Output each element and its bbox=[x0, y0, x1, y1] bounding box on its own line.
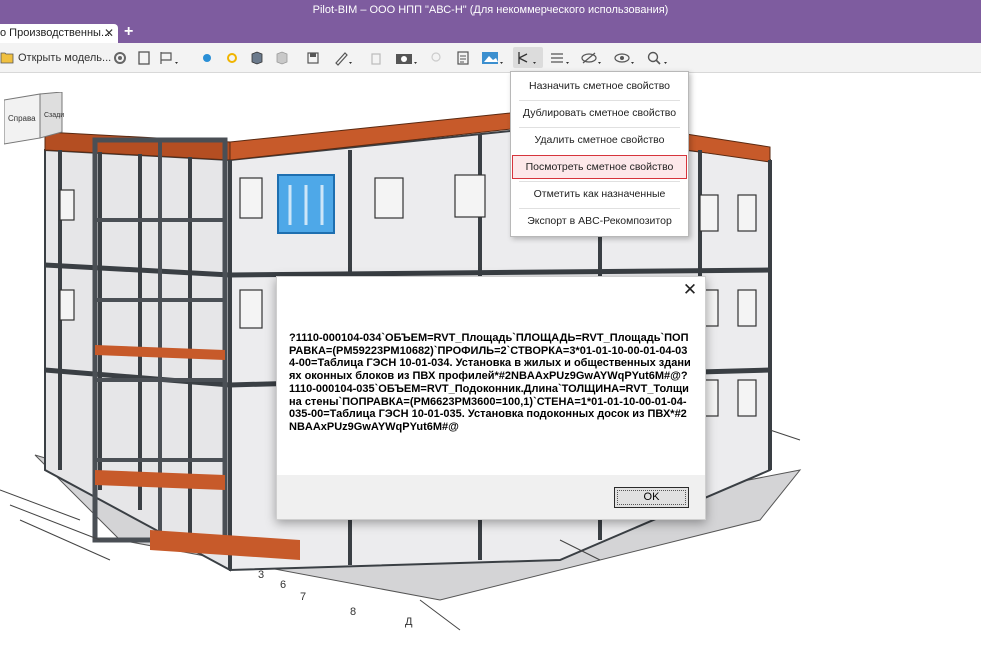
ruler-icon bbox=[335, 51, 352, 66]
measure-button[interactable] bbox=[333, 47, 355, 68]
menu-item-view[interactable]: Посмотреть сметное свойство bbox=[512, 155, 687, 179]
menu-separator bbox=[519, 127, 680, 128]
blue-dot-icon bbox=[203, 53, 211, 62]
folder-icon bbox=[0, 52, 14, 64]
close-icon[interactable]: ✕ bbox=[681, 281, 699, 299]
add-tab-icon[interactable]: + bbox=[124, 23, 133, 41]
trash-icon bbox=[371, 52, 381, 65]
document-icon bbox=[457, 50, 469, 65]
camera-icon bbox=[396, 53, 417, 64]
menu-item-export[interactable]: Экспорт в ABC-Рекомпозитор bbox=[511, 210, 688, 232]
menu-item-delete[interactable]: Удалить сметное свойство bbox=[511, 129, 688, 151]
window-title: Pilot-BIM – ООО НПП "АВС-Н" (Для некомме… bbox=[312, 4, 669, 16]
camera-button[interactable] bbox=[394, 47, 420, 68]
save-icon bbox=[307, 51, 319, 64]
toolbar: Открыть модель... bbox=[0, 43, 981, 73]
image-button[interactable] bbox=[480, 47, 506, 68]
yellow-marker-button[interactable] bbox=[226, 47, 238, 68]
document-button[interactable] bbox=[455, 47, 471, 68]
menu-separator bbox=[519, 208, 680, 209]
grid-label: Д bbox=[405, 616, 413, 628]
grid-label: 7 bbox=[300, 591, 306, 603]
open-model-button[interactable]: Открыть модель... bbox=[0, 47, 111, 68]
grid-label: 6 bbox=[280, 579, 286, 591]
search-button[interactable] bbox=[646, 47, 672, 68]
grid-label: 3 bbox=[258, 569, 264, 581]
document-tab-label: о Производственны... bbox=[0, 27, 111, 39]
ok-button[interactable]: OK bbox=[614, 487, 689, 508]
menu-item-mark-assigned[interactable]: Отметить как назначенные bbox=[511, 183, 688, 205]
frame-button[interactable] bbox=[136, 47, 152, 68]
eye-icon bbox=[614, 52, 634, 64]
menu-separator bbox=[519, 181, 680, 182]
open-model-label: Открыть модель... bbox=[18, 51, 112, 64]
estimate-dropdown-menu: Назначить сметное свойство Дублировать с… bbox=[510, 71, 689, 237]
pin-button[interactable] bbox=[429, 47, 443, 68]
search-icon bbox=[647, 51, 667, 65]
menu-item-duplicate[interactable]: Дублировать сметное свойство bbox=[511, 102, 688, 124]
viewcube-back-face: Сзади bbox=[44, 112, 64, 119]
title-bar: Pilot-BIM – ООО НПП "АВС-Н" (Для некомме… bbox=[0, 0, 981, 22]
model-icon bbox=[251, 51, 263, 64]
save-button[interactable] bbox=[305, 47, 321, 68]
model-gray-icon bbox=[276, 51, 288, 64]
list-icon bbox=[551, 52, 569, 64]
estimate-tool-button[interactable] bbox=[513, 47, 543, 68]
list-button[interactable] bbox=[548, 47, 574, 68]
grid-label: 8 bbox=[350, 606, 356, 618]
settings-button[interactable] bbox=[112, 47, 128, 68]
document-tab[interactable]: о Производственны... ✕ bbox=[0, 24, 118, 43]
estimate-tool-icon bbox=[518, 51, 536, 64]
yellow-dot-icon bbox=[227, 52, 237, 63]
blue-marker-button[interactable] bbox=[201, 47, 213, 68]
dialog-message: ?1110-000104-034`ОБЪЕМ=RVT_Площадь`ПЛОЩА… bbox=[289, 332, 691, 433]
view-cube[interactable]: Справа Сзади bbox=[4, 92, 66, 148]
flag-icon bbox=[160, 51, 178, 64]
image-icon bbox=[482, 51, 503, 64]
flag-button[interactable] bbox=[159, 47, 181, 68]
estimate-property-dialog: ✕ ?1110-000104-034`ОБЪЕМ=RVT_Площадь`ПЛО… bbox=[276, 276, 706, 520]
delete-button[interactable] bbox=[370, 47, 382, 68]
model-button[interactable] bbox=[249, 47, 265, 68]
viewcube-right-face: Справа bbox=[8, 114, 36, 123]
tab-bar: о Производственны... ✕ + bbox=[0, 22, 981, 43]
pin-icon bbox=[431, 51, 441, 62]
hide-button[interactable] bbox=[580, 47, 606, 68]
hide-icon bbox=[581, 52, 601, 64]
show-button[interactable] bbox=[613, 47, 639, 68]
model-gray-button[interactable] bbox=[274, 47, 290, 68]
menu-item-assign[interactable]: Назначить сметное свойство bbox=[511, 75, 688, 97]
frame-icon bbox=[138, 50, 150, 65]
gear-icon bbox=[114, 51, 126, 64]
close-tab-icon[interactable]: ✕ bbox=[104, 26, 114, 40]
menu-separator bbox=[519, 100, 680, 101]
